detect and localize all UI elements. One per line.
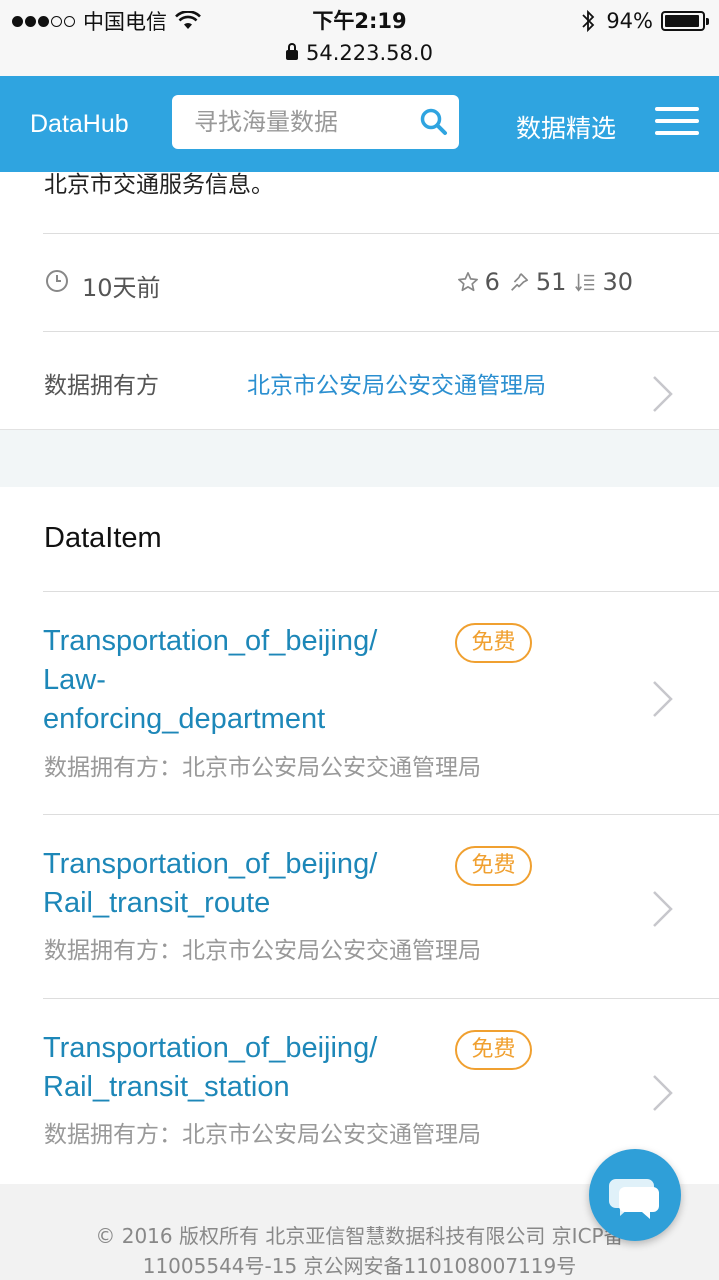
download-count: 30 <box>602 268 633 296</box>
clock-icon <box>46 270 68 292</box>
pin-count: 51 <box>535 268 567 296</box>
free-badge: 免费 <box>455 1030 532 1070</box>
download-list-icon[interactable] <box>574 271 596 293</box>
chevron-right-icon <box>653 891 673 927</box>
chevron-right-icon <box>653 1075 673 1111</box>
dataset-description: 北京市交通服务信息。 <box>44 172 274 198</box>
item-title-line: Transportation_of_beijing/ <box>43 625 378 657</box>
free-badge: 免费 <box>455 623 532 663</box>
chat-button[interactable] <box>589 1149 681 1241</box>
dataitem-section-title: DataItem <box>44 522 162 554</box>
item-owner: 数据拥有方：北京市公安局公安交通管理局 <box>44 755 481 781</box>
item-owner: 数据拥有方：北京市公安局公安交通管理局 <box>44 1122 481 1148</box>
item-title-line: Transportation_of_beijing/ <box>43 848 378 880</box>
item-title-link[interactable]: Transportation_of_beijing/ Rail_transit_… <box>43 1029 443 1107</box>
owner-link[interactable]: 北京市公安局公安交通管理局 <box>247 366 546 400</box>
app-header: DataHub 数据精选 <box>0 76 719 172</box>
chevron-right-icon <box>653 681 673 717</box>
ios-status-bar: 中国电信 下午2:19 94% 54.223.58.0 <box>0 0 719 76</box>
owner-label: 数据拥有方 <box>44 373 159 399</box>
item-title-link[interactable]: Transportation_of_beijing/ Rail_transit_… <box>43 845 443 923</box>
footer-license: 11005544号-15 京公网安备110108007119号 <box>142 1254 577 1278</box>
updated-time: 10天前 <box>82 274 161 302</box>
search-input[interactable] <box>194 95 424 149</box>
item-title-line: Rail_transit_station <box>43 1071 290 1103</box>
list-item[interactable]: Transportation_of_beijing/ Rail_transit_… <box>0 815 719 998</box>
chevron-right-icon <box>653 376 673 412</box>
site-logo[interactable]: DataHub <box>30 110 129 139</box>
item-title-line: Rail_transit_route <box>43 887 271 919</box>
address-bar[interactable]: 54.223.58.0 <box>0 38 719 68</box>
hamburger-menu-icon[interactable] <box>655 107 699 139</box>
item-title-line: Law- <box>43 664 106 696</box>
featured-data-link[interactable]: 数据精选 <box>516 109 616 145</box>
free-badge: 免费 <box>455 846 532 886</box>
battery-icon <box>661 11 709 31</box>
battery-percent: 94% <box>606 9 653 33</box>
dataset-meta-row: 10天前 6 51 30 <box>0 234 719 331</box>
list-item[interactable]: Transportation_of_beijing/ Law- enforcin… <box>0 592 719 814</box>
item-title-line: enforcing_department <box>43 703 326 735</box>
lock-icon <box>286 43 299 60</box>
data-owner-row[interactable]: 数据拥有方 北京市公安局公安交通管理局 <box>0 332 719 429</box>
chat-bubble-icon <box>609 1179 659 1219</box>
url-text: 54.223.58.0 <box>306 41 433 65</box>
item-title-line: Transportation_of_beijing/ <box>43 1032 378 1064</box>
pin-icon[interactable] <box>508 271 530 293</box>
item-title-link[interactable]: Transportation_of_beijing/ Law- enforcin… <box>43 622 443 739</box>
section-spacer <box>0 429 719 487</box>
search-icon[interactable] <box>419 107 449 137</box>
star-icon[interactable] <box>457 271 479 293</box>
bluetooth-icon <box>582 9 595 33</box>
item-owner: 数据拥有方：北京市公安局公安交通管理局 <box>44 938 481 964</box>
star-count: 6 <box>484 268 500 296</box>
search-box <box>172 95 459 149</box>
